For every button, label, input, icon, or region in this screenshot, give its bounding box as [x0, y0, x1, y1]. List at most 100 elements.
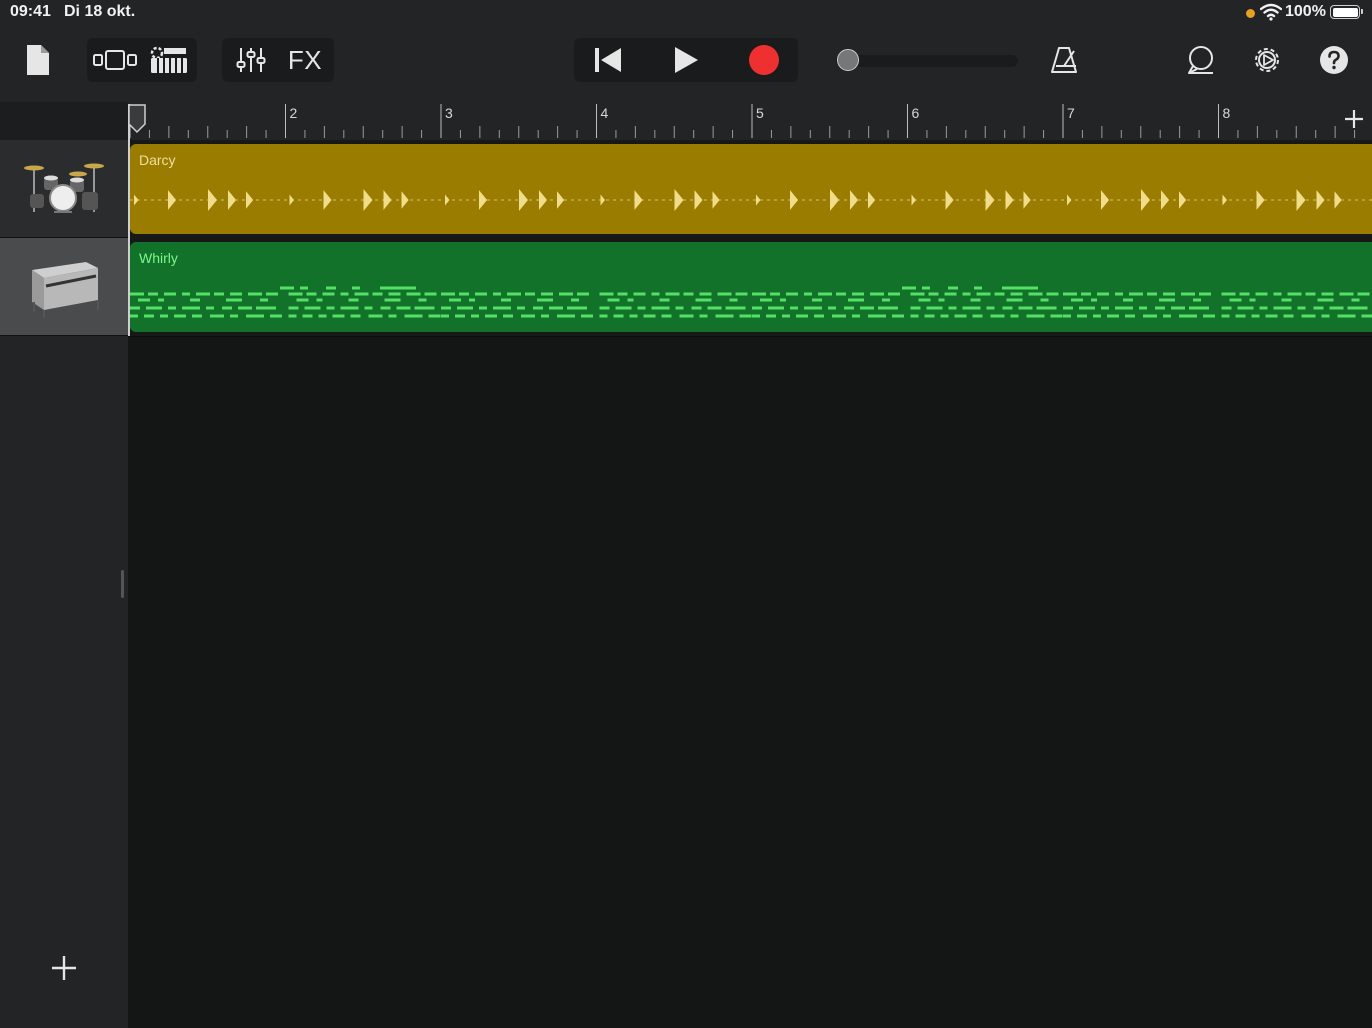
drum-hit [519, 189, 528, 211]
document-icon [27, 45, 49, 75]
go-to-start-icon [595, 48, 621, 72]
midi-note [870, 292, 884, 296]
drum-hit [1296, 189, 1306, 211]
drum-hit [634, 190, 643, 210]
midi-note [892, 314, 904, 318]
midi-note [752, 314, 760, 318]
midi-note [599, 292, 614, 296]
privacy-indicator-dot [1246, 9, 1255, 18]
instrument-controls-button[interactable] [143, 40, 195, 80]
midi-note [780, 298, 786, 302]
midi-note [1221, 306, 1232, 310]
drum-hit [445, 194, 450, 206]
midi-note [1093, 314, 1101, 318]
midi-note [1281, 298, 1292, 302]
midi-note [1229, 298, 1242, 302]
midi-note [1018, 306, 1033, 310]
bar-number-3: 3 [445, 105, 453, 121]
midi-note [1079, 306, 1095, 310]
midi-note [1351, 298, 1360, 302]
region-whirly[interactable]: Whirly [130, 242, 1372, 332]
midi-note [380, 286, 416, 290]
region-darcy[interactable]: Darcy [130, 144, 1372, 234]
playhead-handle[interactable] [128, 104, 146, 134]
midi-note [1337, 314, 1356, 318]
timeline-ruler[interactable]: 12345678 [128, 102, 1372, 140]
midi-note [926, 306, 943, 310]
status-date: Di 18 okt. [64, 3, 136, 20]
bar-number-6: 6 [912, 105, 920, 121]
midi-note [944, 292, 957, 296]
midi-note [406, 292, 421, 296]
bar-number-8: 8 [1223, 105, 1231, 121]
drum-hit [1141, 189, 1150, 211]
midi-note [266, 292, 278, 296]
midi-note [222, 306, 232, 310]
drum-hit [246, 191, 254, 209]
drum-hit [1101, 190, 1110, 210]
midi-note [459, 292, 469, 296]
midi-note [1107, 314, 1119, 318]
record-button[interactable] [734, 40, 794, 80]
settings-gear-icon [1255, 48, 1279, 72]
midi-note [1249, 298, 1256, 302]
my-songs-button[interactable] [18, 40, 58, 80]
track-header-piano[interactable] [0, 238, 128, 336]
midi-note [902, 286, 916, 290]
midi-note [770, 292, 780, 296]
midi-note [1317, 298, 1334, 302]
volume-knob[interactable] [837, 49, 860, 71]
add-track-button[interactable] [48, 954, 80, 986]
midi-note [1143, 314, 1157, 318]
midi-note [1123, 298, 1133, 302]
play-button[interactable] [656, 40, 716, 80]
midi-note [918, 298, 931, 302]
add-section-button[interactable] [1342, 106, 1366, 132]
midi-note [1040, 298, 1049, 302]
tracks-view-button[interactable] [89, 40, 141, 80]
midi-note [352, 286, 360, 290]
master-volume-slider[interactable] [828, 49, 1018, 73]
drum-hit [712, 191, 720, 209]
header-resize-handle[interactable] [121, 570, 124, 598]
midi-note [1002, 286, 1038, 290]
drum-hit [208, 189, 217, 211]
playhead[interactable] [128, 104, 130, 336]
bar-number-5: 5 [756, 105, 764, 121]
drum-hit [945, 190, 954, 210]
track-header-drums[interactable] [0, 140, 128, 238]
drum-hit [1222, 194, 1227, 206]
midi-note [206, 306, 214, 310]
loop-browser-button[interactable] [1181, 40, 1221, 80]
midi-note [1181, 292, 1195, 296]
midi-note [475, 292, 487, 296]
midi-note [479, 306, 487, 310]
battery-percent: 100% [1285, 3, 1326, 20]
midi-note [541, 292, 553, 296]
metronome-button[interactable] [1044, 40, 1084, 80]
midi-note [852, 292, 864, 296]
mixer-button[interactable] [226, 40, 276, 80]
midi-note [214, 292, 224, 296]
midi-note [599, 306, 610, 310]
midi-note [493, 292, 501, 296]
midi-note [1339, 292, 1354, 296]
midi-note [130, 292, 144, 296]
help-button[interactable] [1314, 40, 1354, 80]
fx-button[interactable]: FX [280, 40, 330, 80]
midi-note [380, 306, 391, 310]
go-to-start-button[interactable] [578, 40, 638, 80]
midi-note [288, 306, 299, 310]
drum-hit [1067, 194, 1072, 206]
tracks-area[interactable]: Darcy Whirly [128, 140, 1372, 1028]
drum-hit [383, 190, 392, 210]
midi-note [828, 306, 836, 310]
midi-note [752, 306, 762, 310]
midi-note [627, 298, 634, 302]
midi-note [146, 306, 162, 310]
settings-button[interactable] [1247, 40, 1287, 80]
midi-note [1221, 292, 1236, 296]
volume-track [836, 55, 1018, 67]
midi-note [972, 314, 983, 318]
drum-hit [1161, 190, 1170, 210]
